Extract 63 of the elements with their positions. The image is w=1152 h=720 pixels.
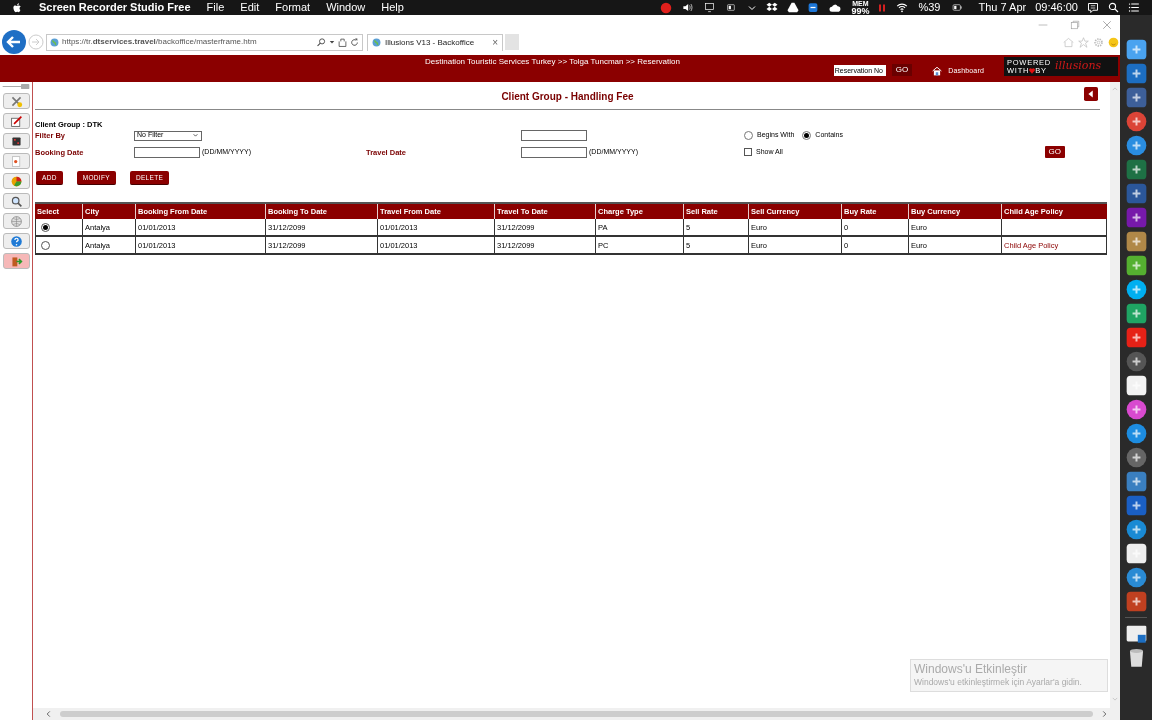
address-bar[interactable]: https://tr.dtservices.travel/backoffice/masterframe.htm bbox=[46, 33, 363, 51]
menu-icon[interactable] bbox=[1128, 2, 1140, 13]
menu-item[interactable]: Edit bbox=[240, 0, 260, 16]
heart-icon bbox=[1029, 67, 1036, 74]
breadcrumb: Destination Touristic Services Turkey >> Tolga Tuncman >> Reservation bbox=[425, 56, 680, 68]
page-title: Client Group - Handling Fee bbox=[501, 90, 634, 104]
scrollbar-thumb[interactable] bbox=[60, 711, 1093, 717]
record-icon[interactable] bbox=[660, 1, 673, 14]
date-field[interactable] bbox=[521, 146, 587, 158]
radio-button[interactable] bbox=[744, 131, 753, 141]
wifi-icon[interactable] bbox=[895, 2, 910, 13]
menu-item[interactable]: File bbox=[206, 0, 225, 16]
url-text: https://tr.dtservices.travel/backoffice/masterframe.htm bbox=[62, 36, 258, 48]
menu-item[interactable]: Window bbox=[326, 0, 366, 16]
battery-percent: %39 bbox=[918, 0, 941, 16]
box-stack-icon[interactable] bbox=[766, 2, 779, 13]
volume-icon[interactable] bbox=[681, 2, 695, 13]
exit-icon bbox=[9, 254, 23, 268]
edit-icon bbox=[9, 114, 23, 128]
calculator-icon bbox=[9, 134, 23, 148]
home-icon[interactable] bbox=[932, 66, 943, 76]
search-icon bbox=[9, 194, 23, 208]
menu-date[interactable]: Thu 7 Apr bbox=[978, 0, 1027, 16]
chevron-left-icon[interactable] bbox=[45, 710, 52, 718]
browser-tab[interactable]: Illusions V13 - Backoffice × bbox=[367, 33, 503, 51]
refresh-icon[interactable] bbox=[350, 37, 359, 47]
chevron-down-icon bbox=[192, 133, 199, 139]
search-field[interactable] bbox=[521, 130, 587, 142]
toolbar-button[interactable] bbox=[2, 133, 30, 149]
collapse-icon[interactable] bbox=[1084, 87, 1098, 101]
tools-icon bbox=[9, 94, 23, 108]
brand-logo: illusions bbox=[1055, 58, 1102, 75]
checkbox[interactable] bbox=[744, 148, 752, 157]
menu-item[interactable]: Help bbox=[381, 0, 404, 16]
menu-item[interactable]: Format bbox=[275, 0, 311, 16]
toolbar-button[interactable] bbox=[2, 193, 30, 209]
memory-value: 99% bbox=[851, 6, 870, 15]
radio-button[interactable] bbox=[41, 240, 50, 250]
tab-close-button[interactable]: × bbox=[492, 35, 498, 50]
apple-icon[interactable] bbox=[12, 1, 23, 14]
help-icon bbox=[9, 234, 23, 248]
tab-title: Illusions V13 - Backoffice bbox=[385, 36, 476, 49]
search-icon[interactable] bbox=[1108, 2, 1119, 13]
chevron-right-icon[interactable] bbox=[1101, 710, 1108, 718]
radio-button[interactable] bbox=[41, 222, 50, 232]
star-icon[interactable] bbox=[1078, 36, 1089, 48]
display-icon[interactable] bbox=[703, 2, 717, 13]
app-name[interactable]: Screen Recorder Studio Free bbox=[39, 0, 191, 16]
toolbar-button[interactable] bbox=[2, 173, 30, 189]
radio-button[interactable] bbox=[802, 131, 812, 141]
back-icon[interactable] bbox=[2, 30, 26, 54]
menu-clock[interactable]: 09:46:00 bbox=[1035, 0, 1078, 16]
slider-handle-icon[interactable] bbox=[1, 84, 31, 89]
notice-text: Windows'u etkinleştirmek için Ayarlar'a gidin. bbox=[914, 676, 1083, 688]
notice-title: Windows'u Etkinleştir bbox=[914, 662, 1028, 676]
chevron-down-icon[interactable] bbox=[747, 3, 758, 12]
date-field[interactable] bbox=[134, 146, 200, 158]
go-button[interactable]: GO bbox=[891, 64, 913, 76]
triangle-icon[interactable] bbox=[787, 2, 800, 13]
caret-icon[interactable] bbox=[329, 39, 335, 45]
pie-chart-icon bbox=[9, 174, 23, 188]
notes-icon[interactable] bbox=[1087, 1, 1099, 14]
go-button[interactable]: GO bbox=[1044, 146, 1065, 159]
